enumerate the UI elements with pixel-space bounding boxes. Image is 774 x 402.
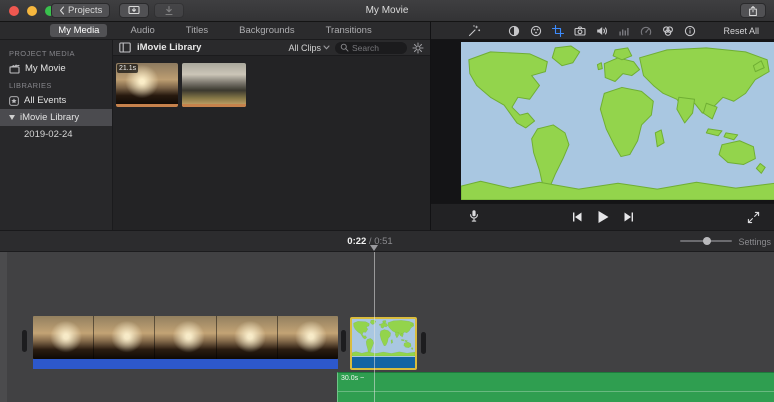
favorite-stripe [116,104,178,107]
timeline: 30.0s ~ [0,252,774,402]
noise-reduction-icon[interactable] [618,25,630,37]
info-icon[interactable] [684,25,696,37]
clip-filter-dropdown[interactable]: All Clips [288,43,330,53]
map-clip-thumbnail [352,319,415,356]
browser-clip-sunset[interactable]: 21.1s [116,63,178,107]
search-icon [340,43,349,52]
audio-clip-divider [338,391,774,392]
titlebar: Projects My Movie [0,0,774,22]
sidebar-item-imovie-library[interactable]: iMovie Library [0,109,112,126]
search-field[interactable] [335,42,407,54]
timeline-toolbar: 0:22 / 0:51 Settings [0,230,774,252]
auto-enhance-wand-icon[interactable] [468,24,481,37]
tab-backgrounds[interactable]: Backgrounds [231,24,302,37]
media-pane: My Media Audio Titles Backgrounds Transi… [0,22,430,230]
clip-duration-badge: 21.1s [117,64,138,73]
voiceover-mic-icon[interactable] [467,209,481,224]
sidebar-item-my-movie[interactable]: My Movie [0,60,112,77]
audio-clip-duration-label: 30.0s ~ [341,375,364,382]
my-movie-label: My Movie [25,63,66,74]
crop-icon[interactable] [552,25,564,37]
media-browser: iMovie Library All Clips [113,40,430,230]
event-date-label: 2019-02-24 [24,129,73,140]
filmstrip-frame [217,316,278,359]
timeline-settings-button[interactable]: Settings [738,237,771,247]
timeline-zoom-slider[interactable] [680,240,732,242]
disclosure-triangle-icon[interactable] [9,115,15,120]
skip-to-end-button[interactable] [623,211,635,223]
playback-controls [431,203,774,230]
reset-all-button[interactable]: Reset All [723,26,759,36]
libraries-header: LIBRARIES [0,77,112,92]
all-events-label: All Events [24,95,66,106]
stabilization-camera-icon[interactable] [574,25,586,37]
chevron-down-icon [323,45,330,50]
media-browser-header: iMovie Library All Clips [113,40,430,56]
share-icon [748,5,758,17]
clapperboard-icon [9,64,20,74]
clip-filter-label: All Clips [288,43,321,53]
filmstrip-frame [278,316,338,359]
filmstrip-frame [155,316,216,359]
favorite-stripe [182,104,246,107]
filmstrip-frame [94,316,155,359]
project-media-header: PROJECT MEDIA [0,45,112,60]
filmstrip-frame [33,316,94,359]
color-correction-palette-icon[interactable] [530,25,542,37]
map-clip-right-trim-handle[interactable] [421,332,426,354]
imovie-window: Projects My Movie My Media Audio Titles … [0,0,774,402]
tab-my-media[interactable]: My Media [50,24,107,37]
clip-filter-effects-icon[interactable] [662,25,674,37]
timeline-clip-sunset[interactable] [33,316,338,359]
zoom-slider-thumb[interactable] [703,237,711,245]
main-area: My Media Audio Titles Backgrounds Transi… [0,22,774,230]
tab-audio[interactable]: Audio [122,24,162,37]
share-button[interactable] [740,3,766,18]
clip-grid: 21.1s [113,56,430,230]
viewer-pane: Reset All [430,22,774,230]
browser-title: iMovie Library [137,42,201,53]
timeline-clip-world-map-selected[interactable] [350,317,417,370]
window-title: My Movie [0,5,774,16]
play-button[interactable] [596,210,610,224]
search-input[interactable] [352,43,402,53]
sidebar-item-all-events[interactable]: All Events [0,92,112,109]
skip-to-start-button[interactable] [571,211,583,223]
adjust-toolbar: Reset All [431,22,774,40]
tab-titles[interactable]: Titles [178,24,216,37]
sidebar-toggle-icon[interactable] [119,42,131,53]
color-balance-icon[interactable] [508,25,520,37]
current-time: 0:22 [347,236,366,247]
tab-transitions[interactable]: Transitions [318,24,380,37]
fullscreen-expand-icon[interactable] [747,211,760,224]
timeline-left-gutter [0,252,7,402]
library-sidebar: PROJECT MEDIA My Movie LIBRARIES All Eve… [0,40,113,230]
clip1-audio-waveform-bar[interactable] [33,359,338,369]
clip1-right-trim-handle[interactable] [341,330,346,352]
media-tabbar: My Media Audio Titles Backgrounds Transi… [0,22,430,40]
imovie-library-label: iMovie Library [20,112,79,123]
map-clip-ocean-band [352,357,415,368]
volume-icon[interactable] [596,25,608,37]
browser-clip-coast[interactable] [182,63,246,107]
timeline-audio-clip-green[interactable]: 30.0s ~ [337,372,774,402]
viewer [431,40,774,203]
viewer-world-map-frame [461,42,774,200]
sidebar-item-event-date[interactable]: 2019-02-24 [0,126,112,143]
playhead-marker[interactable] [370,245,378,251]
clip1-left-trim-handle[interactable] [22,330,27,352]
speed-gauge-icon[interactable] [640,25,652,37]
gear-icon[interactable] [412,42,424,54]
playhead-line[interactable] [374,252,375,402]
star-icon [9,96,19,106]
